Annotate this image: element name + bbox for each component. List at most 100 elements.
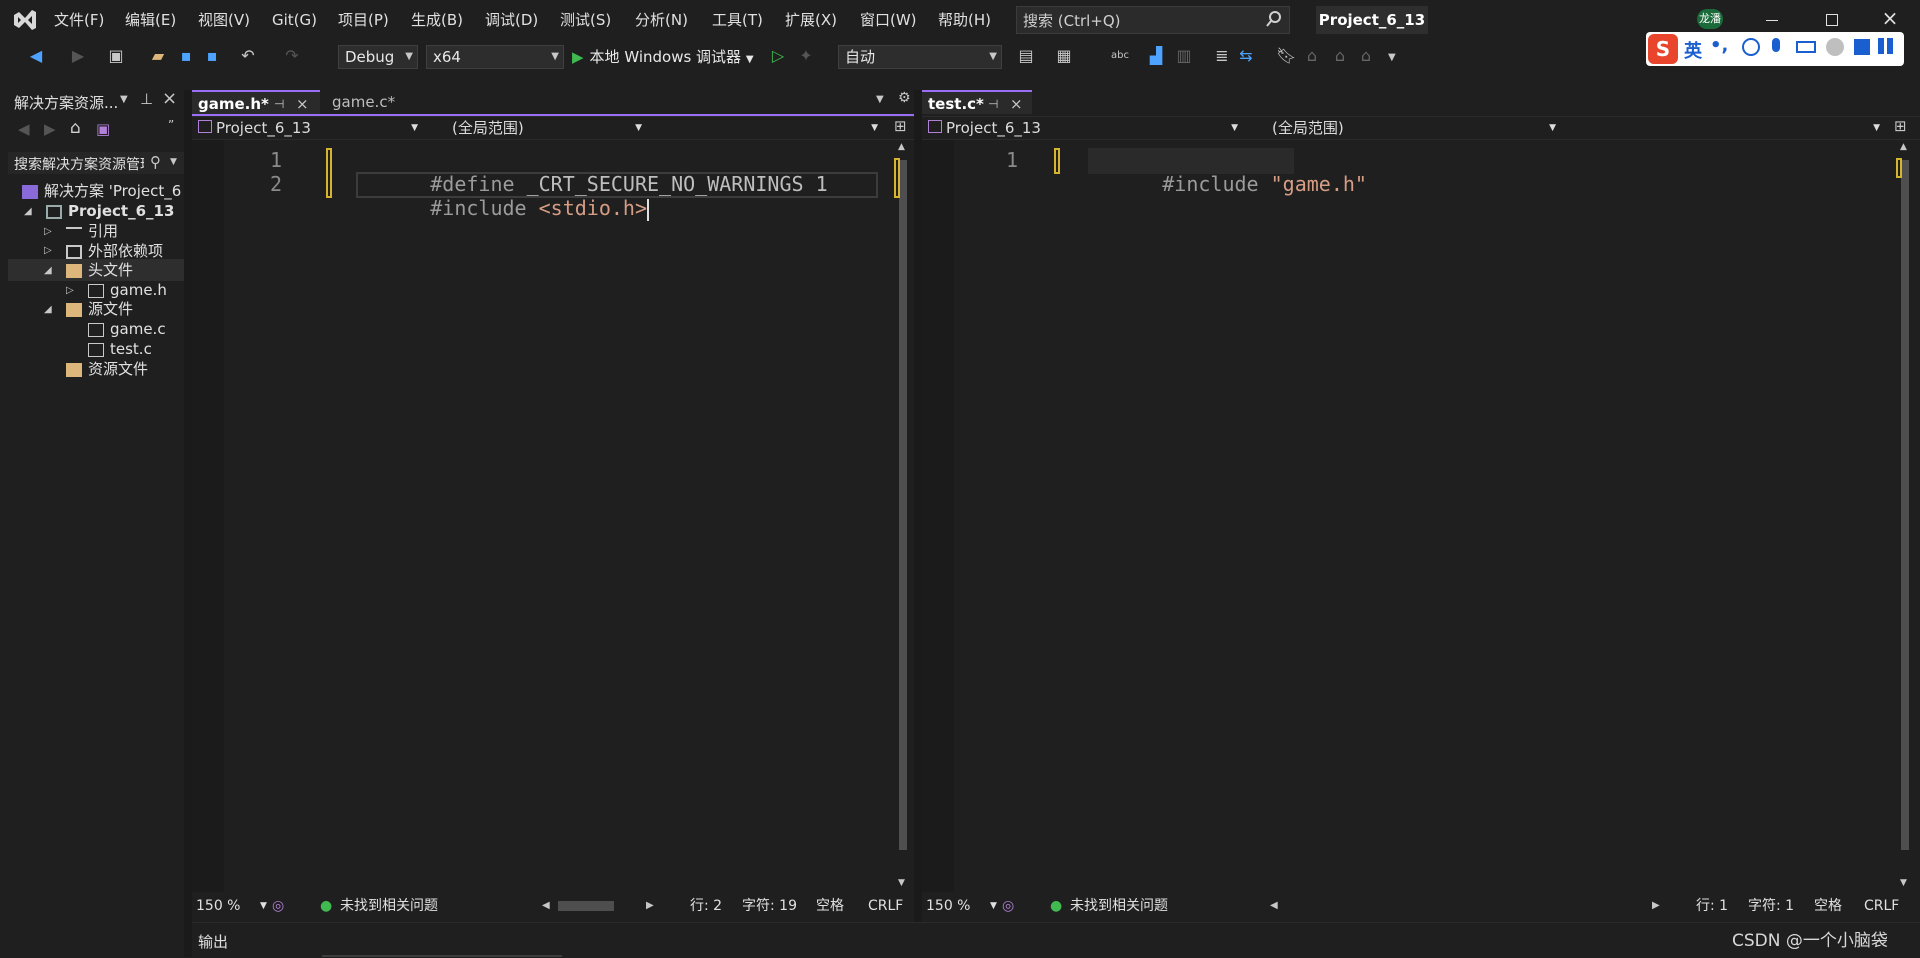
scroll-left-icon[interactable]: ◀ (1270, 895, 1278, 917)
menu-git[interactable]: Git(G) (266, 8, 323, 32)
scroll-thumb[interactable] (1901, 160, 1909, 850)
collapsed-triangle-icon[interactable]: ▷ (44, 226, 52, 237)
scroll-left-icon[interactable]: ◀ (542, 895, 550, 917)
redo-icon[interactable]: ↷ (282, 46, 302, 66)
home-icon[interactable]: ⌂ (70, 118, 81, 138)
intellicode-icon[interactable]: ◎ (272, 895, 284, 917)
close-tab-icon[interactable]: × (296, 92, 309, 116)
pin-tab-icon[interactable]: ⊣ (274, 92, 284, 116)
nav-member-select[interactable]: ▼ (658, 118, 884, 138)
emoji-icon[interactable] (1742, 38, 1760, 56)
scroll-down-icon[interactable]: ▼ (1900, 878, 1907, 888)
comment-icon[interactable]: ≣ (1212, 46, 1232, 66)
menu-file[interactable]: 文件(F) (48, 8, 110, 32)
nav-project-select[interactable]: Project_6_13 ▼ (928, 118, 1244, 138)
layout-icon[interactable]: ▦ (1054, 46, 1074, 66)
split-icon[interactable]: ⊞ (894, 117, 907, 135)
skin-icon[interactable] (1854, 39, 1870, 55)
menu-analyze[interactable]: 分析(N) (629, 8, 694, 32)
new-project-icon[interactable]: ▣ (106, 46, 126, 66)
pin-icon[interactable]: ⊥ (140, 90, 153, 108)
output-tab[interactable]: 输出 (198, 931, 228, 952)
switch-view-icon[interactable]: ▣ (96, 120, 110, 138)
stack-icon[interactable]: ▥ (1174, 46, 1194, 66)
tree-solution[interactable]: 解决方案 'Project_6 (22, 180, 184, 202)
horizontal-scroll-thumb[interactable] (558, 901, 614, 911)
pin-tab-icon[interactable]: ⊣ (988, 92, 998, 116)
collapsed-triangle-icon[interactable]: ▷ (66, 285, 74, 296)
expanded-triangle-icon[interactable]: ◢ (44, 265, 52, 276)
more-options-icon[interactable]: ” (168, 118, 174, 132)
tree-project[interactable]: Project_6_13 (46, 200, 174, 222)
ime-toolbar[interactable]: S 英 •, (1646, 32, 1904, 66)
tree-references[interactable]: 引用 (66, 220, 118, 242)
nav-member-select[interactable]: ▼ (1570, 118, 1886, 138)
split-icon[interactable]: ⊞ (1894, 117, 1907, 135)
collapsed-triangle-icon[interactable]: ▷ (44, 245, 52, 256)
expanded-triangle-icon[interactable]: ◢ (44, 304, 52, 315)
nav-scope-select[interactable]: (全局范围) ▼ (1272, 118, 1562, 138)
panel-menu-icon[interactable]: ▼ (120, 94, 128, 105)
tab-game-c[interactable]: game.c* (326, 90, 401, 114)
start-debug-button[interactable]: ▶ 本地 Windows 调试器 ▼ (572, 45, 754, 69)
user-avatar[interactable]: 龙潘 (1697, 9, 1723, 29)
tree-game-c[interactable]: game.c (88, 318, 166, 340)
bookmark-clear-icon[interactable]: ⌂ (1356, 46, 1376, 66)
issues-status[interactable]: 未找到相关问题 (1070, 895, 1168, 917)
save-all-icon[interactable]: ▪ (202, 46, 222, 66)
select-icon[interactable]: ▟ (1146, 46, 1166, 66)
tab-game-h[interactable]: game.h* ⊣ × (192, 90, 320, 114)
panel-divider[interactable] (184, 90, 192, 957)
toolbar-overflow-icon[interactable]: ▼ (1388, 52, 1396, 63)
grid-menu-icon[interactable] (1878, 38, 1894, 54)
tree-source-files[interactable]: 源文件 (66, 298, 133, 320)
uncomment-icon[interactable]: ⇆ (1236, 46, 1256, 66)
back-nav-icon[interactable]: ◀ (26, 46, 46, 66)
vertical-scrollbar[interactable]: ▲ ▼ (894, 140, 910, 892)
explorer-search-input[interactable]: 搜索解决方案资源管理 ⚲ ▼ (8, 152, 184, 174)
tree-test-c[interactable]: test.c (88, 338, 152, 360)
issues-status[interactable]: 未找到相关问题 (340, 895, 438, 917)
bookmark-icon[interactable]: 🔖︎ (1276, 46, 1296, 66)
undo-icon[interactable]: ↶ (238, 46, 258, 66)
menu-edit[interactable]: 编辑(E) (119, 8, 182, 32)
eol-indicator[interactable]: CRLF (1864, 895, 1899, 917)
tree-resource-files[interactable]: 资源文件 (66, 358, 148, 380)
scroll-down-icon[interactable]: ▼ (898, 878, 905, 888)
nav-scope-select[interactable]: (全局范围) ▼ (452, 118, 648, 138)
bookmark-prev-icon[interactable]: ⌂ (1302, 46, 1322, 66)
scroll-right-icon[interactable]: ▶ (646, 895, 654, 917)
tab-list-icon[interactable]: ▼ (876, 94, 884, 105)
spellcheck-icon[interactable]: abc (1110, 46, 1130, 66)
ime-lang[interactable]: 英 (1684, 37, 1702, 63)
editor-split-divider[interactable] (914, 90, 922, 922)
right-code-editor[interactable]: 1 #include "game.h" ▲ ▼ (922, 140, 1920, 892)
eol-indicator[interactable]: CRLF (868, 895, 903, 917)
menu-extensions[interactable]: 扩展(X) (779, 8, 843, 32)
scroll-up-icon[interactable]: ▲ (898, 142, 905, 152)
menu-view[interactable]: 视图(V) (192, 8, 256, 32)
nav-project-select[interactable]: Project_6_13 ▼ (198, 118, 424, 138)
scroll-up-icon[interactable]: ▲ (1900, 142, 1907, 152)
start-without-debug-icon[interactable]: ▷ (768, 46, 788, 66)
close-window-icon[interactable]: × (1880, 8, 1900, 28)
forward-icon[interactable]: ▶ (44, 120, 56, 138)
zoom-select[interactable]: 150 % ▼ (926, 895, 997, 917)
vs-logo-icon[interactable] (12, 8, 38, 32)
save-icon[interactable]: ▪ (176, 46, 196, 66)
line-indicator[interactable]: 行: 1 (1696, 895, 1728, 917)
char-indicator[interactable]: 字符: 1 (1748, 895, 1794, 917)
intellicode-icon[interactable]: ◎ (1002, 895, 1014, 917)
left-code-editor[interactable]: 1 2 #define _CRT_SECURE_NO_WARNINGS 1 #i… (192, 140, 914, 892)
platform-select[interactable]: x64 ▼ (426, 45, 564, 69)
user-settings-icon[interactable] (1826, 38, 1844, 56)
hot-reload-icon[interactable]: ✦ (796, 46, 816, 66)
ime-punct[interactable]: •, (1710, 35, 1728, 56)
forward-nav-icon[interactable]: ▶ (68, 46, 88, 66)
scroll-thumb[interactable] (899, 160, 907, 850)
minimize-icon[interactable] (1766, 20, 1778, 21)
keyboard-icon[interactable] (1796, 41, 1816, 53)
menu-help[interactable]: 帮助(H) (932, 8, 997, 32)
search-input[interactable]: 搜索 (Ctrl+Q) (1016, 6, 1290, 34)
browse-icon[interactable]: ▤ (1016, 46, 1036, 66)
